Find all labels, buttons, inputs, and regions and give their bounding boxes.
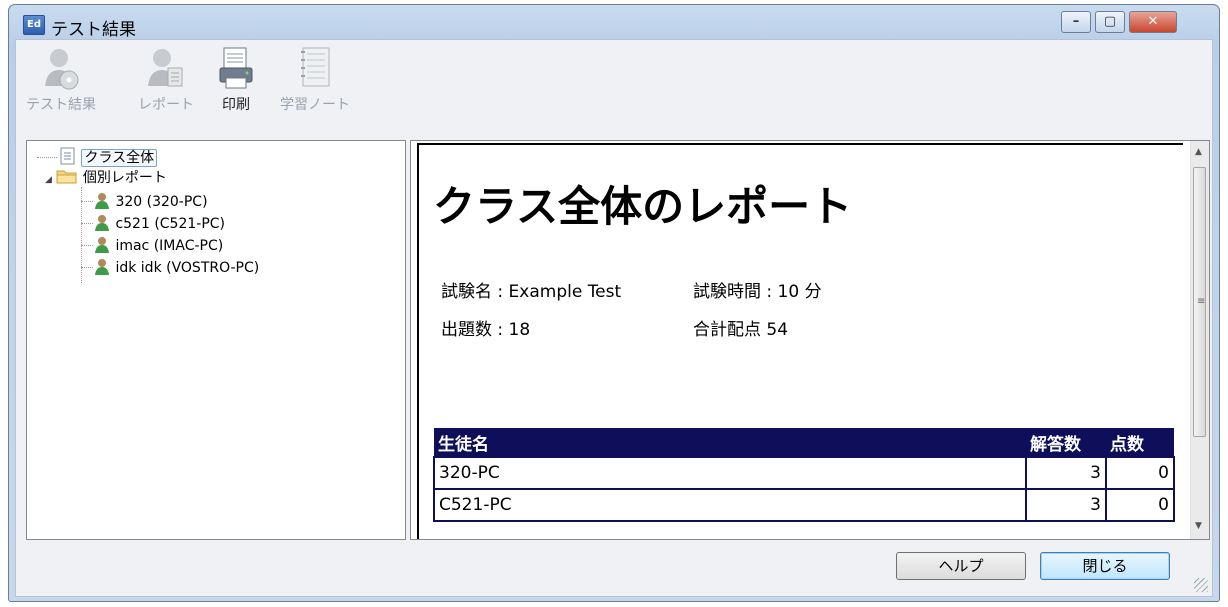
study-notes-tool[interactable]: 学習ノート <box>280 46 350 114</box>
tree-item-label: 320 (320-PC) <box>115 194 208 210</box>
tree-item-class-overall[interactable]: クラス全体 <box>59 147 158 167</box>
tree-item-label: c521 (C521-PC) <box>115 216 226 232</box>
report-view[interactable]: クラス全体のレポート 試験名 : Example Test 試験時間 : 10 … <box>410 140 1210 540</box>
exam-time: 試験時間 : 10 分 <box>693 282 822 302</box>
cell-score: 0 <box>1105 488 1175 522</box>
report-tool[interactable]: レポート <box>138 46 194 114</box>
user-report-icon <box>146 46 186 92</box>
tree-item-student[interactable]: imac (IMAC-PC) <box>93 235 223 255</box>
expand-triangle-icon[interactable]: ◢ <box>45 175 52 185</box>
scrollbar-thumb[interactable]: ≡ <box>1193 167 1206 437</box>
minimize-button[interactable]: – <box>1061 11 1091 33</box>
tree-item-student[interactable]: idk idk (VOSTRO-PC) <box>93 257 259 277</box>
folder-icon <box>56 170 77 184</box>
tool-label: 印刷 <box>222 97 250 113</box>
table-header-row: 生徒名 解答数 点数 <box>434 428 1174 457</box>
tree-item-label: imac (IMAC-PC) <box>115 238 224 254</box>
notebook-icon <box>295 46 335 92</box>
grip-icon: ≡ <box>1197 296 1206 307</box>
test-results-window: Ed テスト結果 – ▢ ✕ テスト結果 レポート 印刷 学習ノート クラス全体… <box>8 4 1220 602</box>
total-points: 合計配点 54 <box>693 320 789 340</box>
scroll-down-icon[interactable]: ▼ <box>1195 521 1202 531</box>
tool-label: テスト結果 <box>26 97 96 113</box>
exam-name: 試験名 : Example Test <box>441 282 622 302</box>
table-row: C521-PC 3 0 <box>433 488 1175 522</box>
tree-item-label: クラス全体 <box>81 149 158 167</box>
report-page: クラス全体のレポート 試験名 : Example Test 試験時間 : 10 … <box>417 143 1183 539</box>
report-document-icon <box>60 147 75 165</box>
user-disc-icon <box>41 46 81 92</box>
tree-item-label: idk idk (VOSTRO-PC) <box>115 260 260 276</box>
toolbar: テスト結果 レポート 印刷 学習ノート <box>16 40 1212 132</box>
student-icon <box>95 215 109 231</box>
cell-answers: 3 <box>1025 488 1107 522</box>
cell-score: 0 <box>1105 456 1175 490</box>
table-row: 320-PC 3 0 <box>433 456 1175 490</box>
tool-label: レポート <box>138 97 194 113</box>
tree-item-label: 個別レポート <box>82 170 167 186</box>
cell-student-name: C521-PC <box>433 488 1027 522</box>
student-tree[interactable]: クラス全体 ◢ 個別レポート 320 (320-PC) c521 (C521-P… <box>26 140 406 540</box>
student-icon <box>95 259 109 275</box>
app-icon: Ed <box>23 15 45 35</box>
column-header-score: 点数 <box>1106 428 1174 457</box>
vertical-scrollbar[interactable]: ▲ ≡ ▼ <box>1190 141 1209 539</box>
student-icon <box>95 193 109 209</box>
resize-grip-icon[interactable] <box>1194 578 1208 592</box>
tool-label: 学習ノート <box>280 97 350 113</box>
print-icon <box>216 46 256 92</box>
window-title: テスト結果 <box>51 20 136 40</box>
help-button[interactable]: ヘルプ <box>896 552 1026 580</box>
tree-item-individual-reports[interactable]: ◢ 個別レポート <box>45 167 167 187</box>
question-count: 出題数 : 18 <box>441 320 531 340</box>
print-tool[interactable]: 印刷 <box>216 46 256 114</box>
tree-item-student[interactable]: 320 (320-PC) <box>93 191 208 211</box>
student-score-table: 生徒名 解答数 点数 320-PC 3 0 C521-PC 3 0 <box>433 428 1175 522</box>
scroll-up-icon[interactable]: ▲ <box>1195 147 1202 157</box>
close-button[interactable]: 閉じる <box>1040 552 1170 580</box>
test-results-tool[interactable]: テスト結果 <box>26 46 96 114</box>
student-icon <box>95 237 109 253</box>
close-window-button[interactable]: ✕ <box>1129 11 1177 33</box>
title-bar[interactable]: Ed テスト結果 – ▢ ✕ <box>9 5 1219 40</box>
dialog-content: テスト結果 レポート 印刷 学習ノート クラス全体 ◢ 個別レポート 320 (… <box>15 39 1213 597</box>
cell-student-name: 320-PC <box>433 456 1027 490</box>
column-header-answers: 解答数 <box>1026 428 1106 457</box>
cell-answers: 3 <box>1025 456 1107 490</box>
maximize-button[interactable]: ▢ <box>1095 11 1125 33</box>
column-header-student-name: 生徒名 <box>434 428 1026 457</box>
report-title: クラス全体のレポート <box>433 182 853 231</box>
tree-item-student[interactable]: c521 (C521-PC) <box>93 213 225 233</box>
